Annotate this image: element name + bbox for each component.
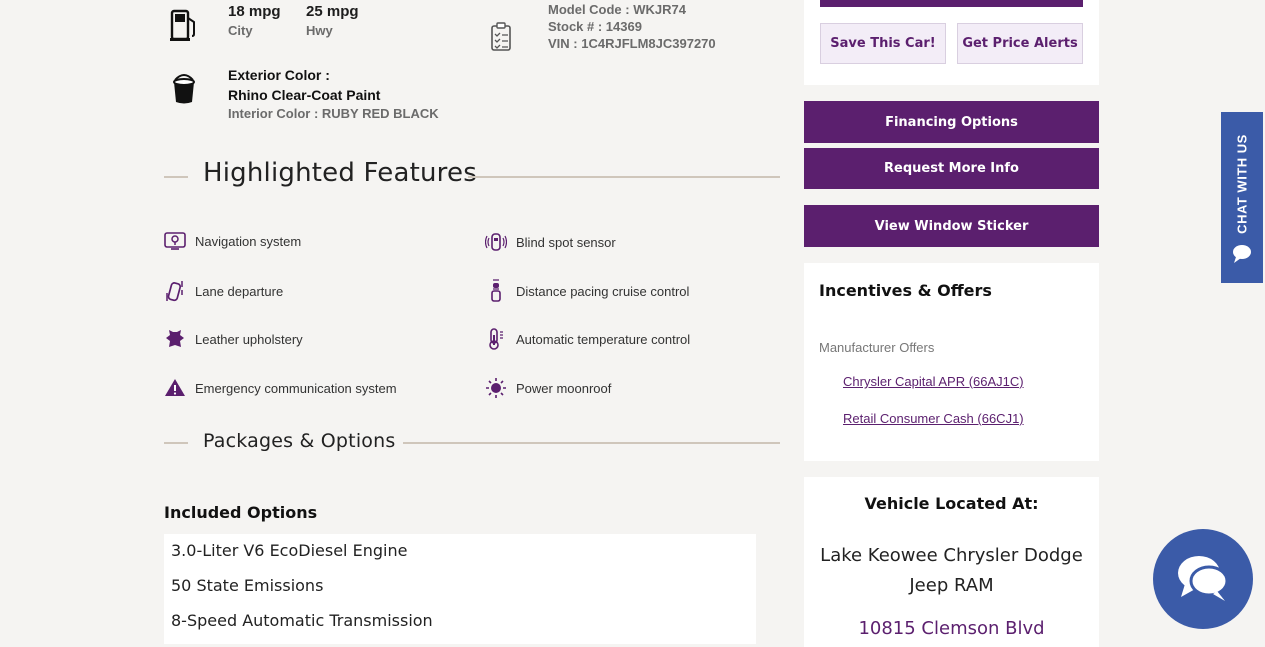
feature-label: Leather upholstery [195, 331, 303, 347]
highlighted-features-title: Highlighted Features [203, 158, 477, 188]
actions-panel: Save This Car! Get Price Alerts [804, 0, 1099, 85]
cruise-control-icon [485, 279, 507, 303]
paint-bucket-icon [170, 72, 198, 106]
save-car-button[interactable]: Save This Car! [820, 23, 946, 64]
interior-color: Interior Color : RUBY RED BLACK [228, 106, 439, 121]
window-sticker-button[interactable]: View Window Sticker [804, 205, 1099, 247]
feature-label: Distance pacing cruise control [516, 283, 690, 299]
warning-icon [164, 377, 186, 399]
checklist-icon [490, 22, 512, 52]
list-item: 50 State Emissions [171, 576, 324, 595]
price-alerts-button[interactable]: Get Price Alerts [957, 23, 1083, 64]
dealer-name: Lake Keowee Chrysler Dodge Jeep RAM [820, 545, 1083, 596]
dealer-address-link[interactable]: 10815 Clemson Blvd [804, 618, 1099, 639]
offer-link[interactable]: Chrysler Capital APR (66AJ1C) [843, 374, 1024, 389]
chat-with-us-tab[interactable]: CHAT WITH US [1221, 112, 1263, 283]
options-list: 3.0-Liter V6 EcoDiesel Engine 50 State E… [164, 534, 756, 644]
feature-item: Power moonroof [485, 377, 611, 399]
list-item: 8-Speed Automatic Transmission [171, 611, 433, 630]
fuel-pump-icon [170, 8, 198, 42]
included-options-heading: Included Options [164, 503, 318, 522]
feature-item: Leather upholstery [164, 328, 303, 350]
location-panel: Vehicle Located At: Lake Keowee Chrysler… [804, 477, 1099, 647]
offer-link[interactable]: Retail Consumer Cash (66CJ1) [843, 411, 1024, 426]
feature-item: Distance pacing cruise control [485, 279, 689, 303]
feature-item: Lane departure [164, 279, 283, 303]
model-code: Model Code : WKJR74 [548, 2, 686, 17]
chat-bubble-icon [1231, 243, 1253, 265]
thermometer-icon [485, 327, 507, 351]
list-item: 3.0-Liter V6 EcoDiesel Engine [171, 541, 408, 560]
feature-item: Blind spot sensor [484, 231, 616, 253]
hwy-mpg: 25 mpg [306, 3, 359, 20]
feature-label: Power moonroof [516, 380, 612, 396]
feature-label: Automatic temperature control [516, 331, 691, 347]
feature-item: Automatic temperature control [485, 327, 690, 351]
manufacturer-offers-label: Manufacturer Offers [819, 340, 935, 355]
exterior-color-label: Exterior Color : [228, 67, 330, 83]
chat-bubbles-icon [1173, 551, 1233, 607]
feature-label: Blind spot sensor [516, 234, 616, 250]
city-label: City [228, 23, 253, 38]
chat-tab-label: CHAT WITH US [1234, 134, 1250, 234]
divider [403, 442, 780, 444]
incentives-panel: Incentives & Offers Manufacturer Offers … [804, 263, 1099, 461]
lane-departure-icon [164, 279, 186, 303]
blind-spot-icon [484, 231, 508, 253]
top-purple-bar [820, 0, 1083, 7]
divider [164, 442, 188, 444]
chat-launcher-button[interactable] [1153, 529, 1253, 629]
feature-item: Navigation system [164, 231, 301, 251]
request-info-button[interactable]: Request More Info [804, 148, 1099, 189]
feature-label: Lane departure [195, 283, 284, 299]
leather-icon [164, 328, 186, 350]
feature-label: Emergency communication system [195, 380, 397, 396]
incentives-title: Incentives & Offers [819, 281, 992, 300]
navigation-icon [164, 231, 186, 251]
feature-item: Emergency communication system [164, 377, 397, 399]
vin: VIN : 1C4RJFLM8JC397270 [548, 36, 716, 51]
divider [164, 176, 188, 178]
divider [468, 176, 780, 178]
sun-icon [485, 377, 507, 399]
stock-number: Stock # : 14369 [548, 19, 642, 34]
feature-label: Navigation system [195, 233, 302, 249]
financing-options-button[interactable]: Financing Options [804, 101, 1099, 143]
hwy-label: Hwy [306, 23, 333, 38]
packages-options-title: Packages & Options [203, 430, 396, 452]
city-mpg: 18 mpg [228, 3, 281, 20]
exterior-color-value: Rhino Clear-Coat Paint [228, 87, 381, 103]
located-title: Vehicle Located At: [864, 494, 1039, 513]
